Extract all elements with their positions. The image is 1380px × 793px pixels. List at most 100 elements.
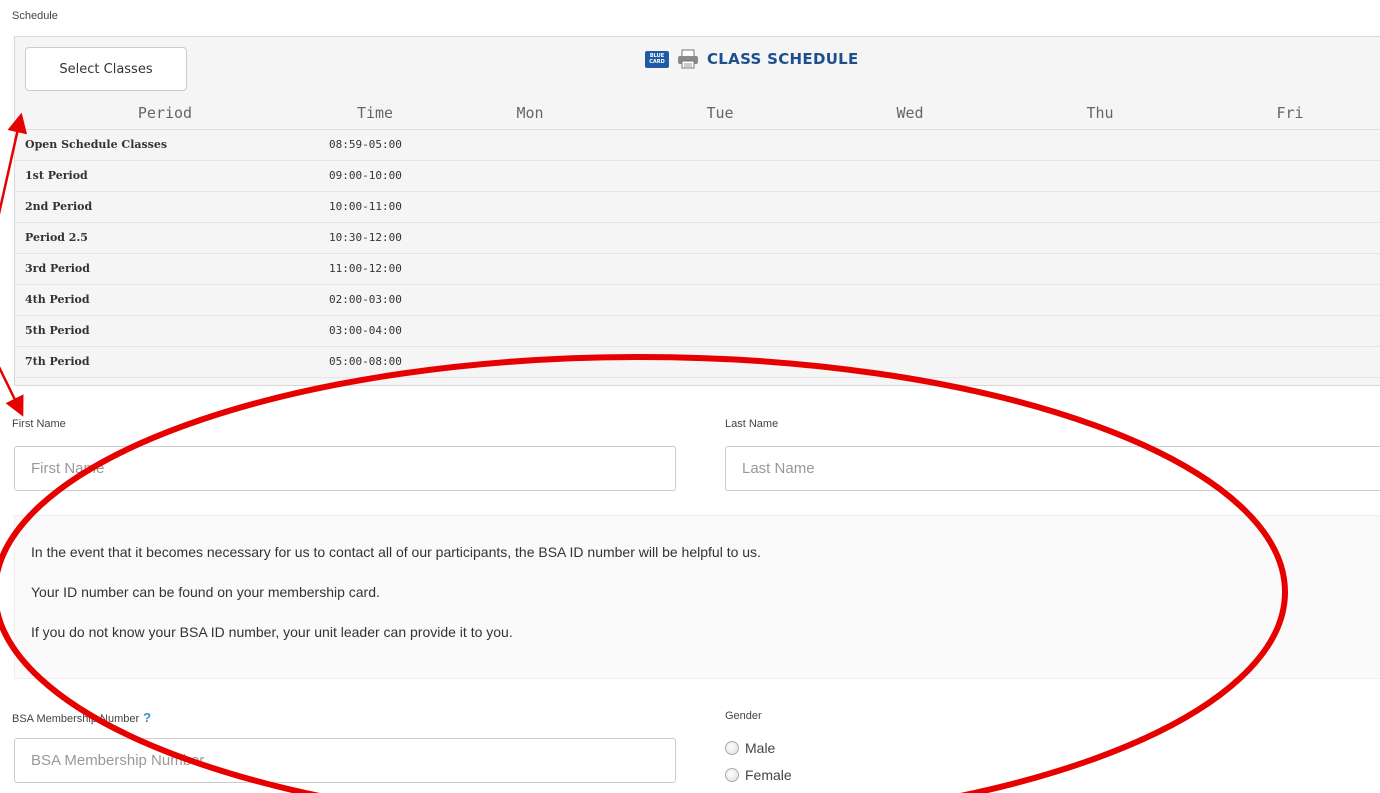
period-name: 4th Period bbox=[15, 284, 315, 316]
thu-cell bbox=[1005, 222, 1195, 254]
period-time: 11:00-12:00 bbox=[315, 253, 435, 285]
wed-cell bbox=[815, 253, 1005, 285]
schedule-header-row: Period Time Mon Tue Wed Thu Fri bbox=[15, 97, 1380, 130]
help-icon[interactable]: ? bbox=[143, 710, 151, 725]
fri-cell bbox=[1195, 284, 1380, 316]
thu-cell bbox=[1005, 315, 1195, 347]
thu-cell bbox=[1005, 253, 1195, 285]
wed-cell bbox=[815, 129, 1005, 161]
table-row: 7th Period 05:00-08:00 bbox=[15, 346, 1380, 378]
mon-cell bbox=[435, 129, 625, 161]
bluecard-icon[interactable]: BLUE CARD bbox=[645, 50, 669, 68]
bsa-membership-label-text: BSA Membership Number bbox=[12, 713, 140, 725]
mon-cell bbox=[435, 284, 625, 316]
wed-cell bbox=[815, 160, 1005, 192]
tue-cell bbox=[625, 129, 815, 161]
gender-option-female[interactable]: Female bbox=[725, 767, 792, 783]
period-name: 2nd Period bbox=[15, 191, 315, 223]
column-header-thu: Thu bbox=[1005, 97, 1195, 130]
wed-cell bbox=[815, 346, 1005, 378]
period-time: 10:30-12:00 bbox=[315, 222, 435, 254]
schedule-section-label: Schedule bbox=[12, 10, 58, 22]
period-time: 08:59-05:00 bbox=[315, 129, 435, 161]
period-time: 09:00-10:00 bbox=[315, 160, 435, 192]
column-header-wed: Wed bbox=[815, 97, 1005, 130]
first-name-label: First Name bbox=[12, 418, 66, 430]
fri-cell bbox=[1195, 253, 1380, 285]
period-name: 5th Period bbox=[15, 315, 315, 347]
mon-cell bbox=[435, 253, 625, 285]
wed-cell bbox=[815, 315, 1005, 347]
info-text-3: If you do not know your BSA ID number, y… bbox=[31, 624, 513, 640]
male-label: Male bbox=[745, 740, 776, 756]
thu-cell bbox=[1005, 160, 1195, 192]
table-row: 1st Period 09:00-10:00 bbox=[15, 160, 1380, 192]
mon-cell bbox=[435, 315, 625, 347]
table-row: Open Schedule Classes 08:59-05:00 bbox=[15, 129, 1380, 161]
thu-cell bbox=[1005, 284, 1195, 316]
tue-cell bbox=[625, 191, 815, 223]
period-time: 02:00-03:00 bbox=[315, 284, 435, 316]
fri-cell bbox=[1195, 222, 1380, 254]
first-name-input[interactable] bbox=[14, 446, 676, 491]
tue-cell bbox=[625, 346, 815, 378]
class-schedule-panel: Select Classes BLUE CARD CLASS SCHEDULE … bbox=[14, 36, 1380, 386]
printer-icon[interactable] bbox=[677, 49, 699, 69]
wed-cell bbox=[815, 284, 1005, 316]
column-header-fri: Fri bbox=[1195, 97, 1380, 130]
bsa-info-well: In the event that it becomes necessary f… bbox=[14, 515, 1380, 679]
wed-cell bbox=[815, 222, 1005, 254]
period-time: 05:00-08:00 bbox=[315, 346, 435, 378]
gender-label: Gender bbox=[725, 710, 762, 722]
mon-cell bbox=[435, 191, 625, 223]
period-name: Open Schedule Classes bbox=[15, 129, 315, 161]
table-row: 2nd Period 10:00-11:00 bbox=[15, 191, 1380, 223]
fri-cell bbox=[1195, 191, 1380, 223]
thu-cell bbox=[1005, 129, 1195, 161]
table-row: Period 2.5 10:30-12:00 bbox=[15, 222, 1380, 254]
select-classes-button[interactable]: Select Classes bbox=[25, 47, 187, 91]
mon-cell bbox=[435, 346, 625, 378]
tue-cell bbox=[625, 284, 815, 316]
period-name: Period 2.5 bbox=[15, 222, 315, 254]
mon-cell bbox=[435, 160, 625, 192]
wed-cell bbox=[815, 191, 1005, 223]
female-radio[interactable] bbox=[725, 768, 739, 782]
tue-cell bbox=[625, 253, 815, 285]
column-header-period: Period bbox=[15, 97, 315, 130]
male-radio[interactable] bbox=[725, 741, 739, 755]
last-name-label: Last Name bbox=[725, 418, 779, 430]
info-text-2: Your ID number can be found on your memb… bbox=[31, 584, 380, 600]
tue-cell bbox=[625, 160, 815, 192]
column-header-mon: Mon bbox=[435, 97, 625, 130]
period-name: 7th Period bbox=[15, 346, 315, 378]
fri-cell bbox=[1195, 160, 1380, 192]
female-label: Female bbox=[745, 767, 792, 783]
table-row: 5th Period 03:00-04:00 bbox=[15, 315, 1380, 347]
class-schedule-title: CLASS SCHEDULE bbox=[707, 50, 859, 68]
thu-cell bbox=[1005, 346, 1195, 378]
fri-cell bbox=[1195, 129, 1380, 161]
fri-cell bbox=[1195, 346, 1380, 378]
period-time: 10:00-11:00 bbox=[315, 191, 435, 223]
period-name: 1st Period bbox=[15, 160, 315, 192]
tue-cell bbox=[625, 222, 815, 254]
bsa-membership-label: BSA Membership Number? bbox=[12, 710, 151, 725]
bsa-membership-input[interactable] bbox=[14, 738, 676, 783]
fri-cell bbox=[1195, 315, 1380, 347]
class-schedule-table: Period Time Mon Tue Wed Thu Fri Open Sch… bbox=[15, 97, 1380, 378]
gender-option-male[interactable]: Male bbox=[725, 740, 775, 756]
schedule-header: BLUE CARD CLASS SCHEDULE bbox=[645, 47, 859, 71]
table-row: 4th Period 02:00-03:00 bbox=[15, 284, 1380, 316]
thu-cell bbox=[1005, 191, 1195, 223]
tue-cell bbox=[625, 315, 815, 347]
period-name: 3rd Period bbox=[15, 253, 315, 285]
last-name-input[interactable] bbox=[725, 446, 1380, 491]
bluecard-text: BLUE CARD bbox=[649, 53, 665, 65]
mon-cell bbox=[435, 222, 625, 254]
info-text-1: In the event that it becomes necessary f… bbox=[31, 544, 761, 560]
period-time: 03:00-04:00 bbox=[315, 315, 435, 347]
table-row: 3rd Period 11:00-12:00 bbox=[15, 253, 1380, 285]
column-header-tue: Tue bbox=[625, 97, 815, 130]
column-header-time: Time bbox=[315, 97, 435, 130]
